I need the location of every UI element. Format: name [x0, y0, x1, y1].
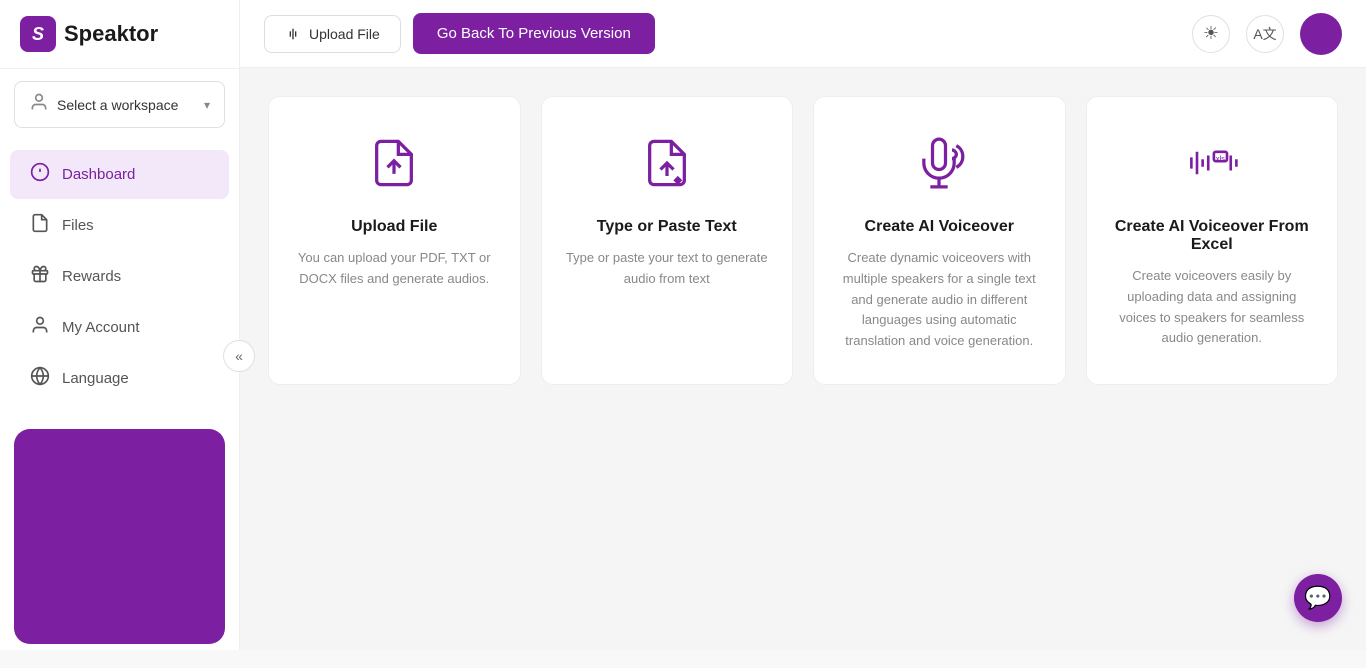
logo-area: S Speaktor — [0, 0, 239, 69]
workspace-label: Select a workspace — [57, 97, 178, 113]
chevron-down-icon: ▾ — [204, 98, 210, 112]
promo-card — [14, 429, 225, 644]
waveform-icon — [285, 26, 301, 42]
go-back-button[interactable]: Go Back To Previous Version — [413, 13, 655, 54]
files-icon — [30, 213, 50, 238]
card-description: You can upload your PDF, TXT or DOCX fil… — [293, 248, 496, 290]
sidebar-item-label: Language — [62, 370, 129, 387]
workspace-user-icon — [29, 92, 49, 117]
content-area: Upload File You can upload your PDF, TXT… — [240, 68, 1366, 650]
sun-icon: ☀ — [1203, 23, 1219, 44]
sidebar-item-language[interactable]: Language — [10, 354, 229, 403]
sidebar-item-label: Files — [62, 217, 94, 234]
logo-icon: S — [20, 16, 56, 52]
sidebar-item-label: Dashboard — [62, 166, 135, 183]
upload-button-label: Upload File — [309, 26, 380, 42]
card-create-ai-voiceover[interactable]: Create AI Voiceover Create dynamic voice… — [813, 96, 1066, 385]
language-toggle-button[interactable]: A文 — [1246, 15, 1284, 53]
user-avatar[interactable] — [1300, 13, 1342, 55]
svg-text:xls: xls — [1216, 154, 1225, 163]
ai-voiceover-icon — [913, 137, 965, 198]
card-title: Create AI Voiceover — [865, 218, 1014, 236]
sidebar-collapse-button[interactable]: « — [223, 340, 255, 372]
card-description: Create voiceovers easily by uploading da… — [1111, 266, 1314, 349]
chat-button[interactable]: 💬 — [1294, 574, 1342, 622]
card-create-ai-voiceover-excel[interactable]: xls Create AI Voiceover From Excel Creat… — [1086, 96, 1339, 385]
translate-icon: A文 — [1253, 24, 1276, 44]
sidebar-item-dashboard[interactable]: Dashboard — [10, 150, 229, 199]
theme-toggle-button[interactable]: ☀ — [1192, 15, 1230, 53]
sidebar-item-label: Rewards — [62, 268, 121, 285]
card-type-paste-text[interactable]: Type or Paste Text Type or paste your te… — [541, 96, 794, 385]
card-description: Create dynamic voiceovers with multiple … — [838, 248, 1041, 352]
my-account-icon — [30, 315, 50, 340]
sidebar-item-files[interactable]: Files — [10, 201, 229, 250]
chat-icon: 💬 — [1304, 585, 1331, 611]
cards-grid: Upload File You can upload your PDF, TXT… — [268, 96, 1338, 385]
type-paste-icon — [641, 137, 693, 198]
language-icon — [30, 366, 50, 391]
sidebar-item-rewards[interactable]: Rewards — [10, 252, 229, 301]
nav-menu: Dashboard Files Rewards My Account Langu… — [0, 140, 239, 413]
rewards-icon — [30, 264, 50, 289]
upload-file-button[interactable]: Upload File — [264, 15, 401, 53]
card-title: Upload File — [351, 218, 437, 236]
card-title: Create AI Voiceover From Excel — [1111, 218, 1314, 254]
topbar: Upload File Go Back To Previous Version … — [240, 0, 1366, 68]
ai-voiceover-excel-icon: xls — [1182, 137, 1242, 198]
upload-file-icon — [368, 137, 420, 198]
sidebar: S Speaktor Select a workspace ▾ Dashboar… — [0, 0, 240, 650]
card-description: Type or paste your text to generate audi… — [566, 248, 769, 290]
sidebar-item-label: My Account — [62, 319, 140, 336]
app-name: Speaktor — [64, 21, 158, 47]
sidebar-item-my-account[interactable]: My Account — [10, 303, 229, 352]
sidebar-bottom — [0, 413, 239, 668]
card-title: Type or Paste Text — [597, 218, 737, 236]
card-upload-file[interactable]: Upload File You can upload your PDF, TXT… — [268, 96, 521, 385]
main-content: Upload File Go Back To Previous Version … — [240, 0, 1366, 650]
dashboard-icon — [30, 162, 50, 187]
workspace-selector[interactable]: Select a workspace ▾ — [14, 81, 225, 128]
